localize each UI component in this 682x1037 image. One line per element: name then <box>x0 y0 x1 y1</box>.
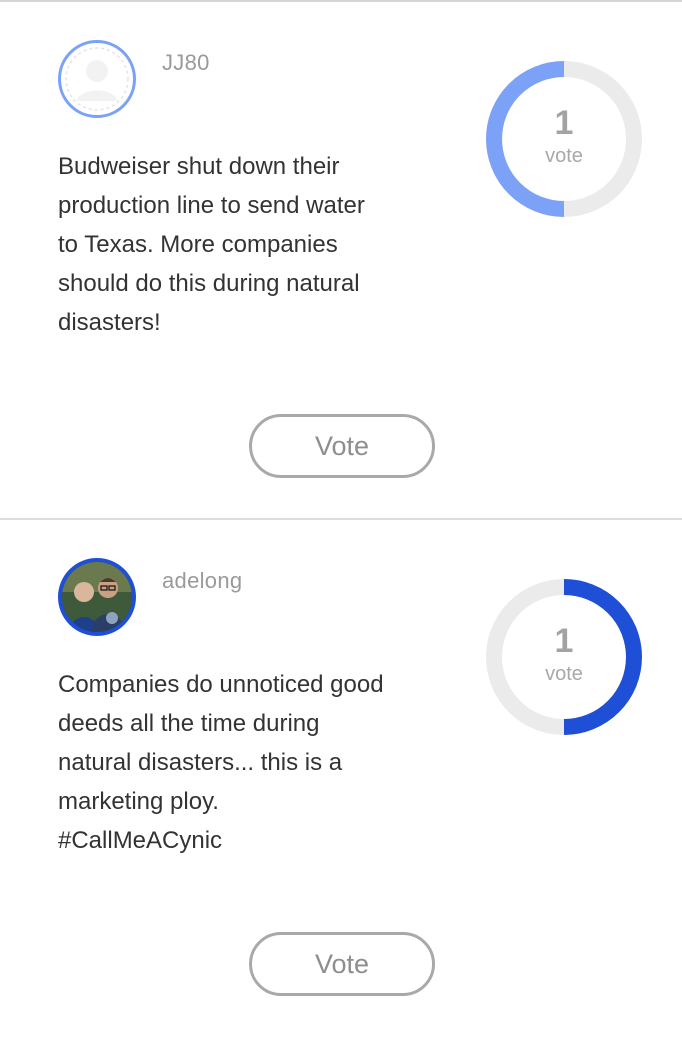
username[interactable]: JJ80 <box>162 50 210 76</box>
avatar[interactable] <box>58 40 136 118</box>
vote-button[interactable]: Vote <box>249 932 435 996</box>
user-placeholder-icon <box>65 47 129 111</box>
post-card: JJ80 Budweiser shut down their productio… <box>0 2 682 519</box>
vote-label: vote <box>545 145 583 167</box>
post-card: adelong Companies do unnoticed good deed… <box>0 518 682 1037</box>
username[interactable]: adelong <box>162 568 242 594</box>
vote-count: 1 <box>554 104 574 142</box>
vote-count: 1 <box>554 622 574 660</box>
vote-ring: 1 vote <box>484 577 644 737</box>
vote-label: vote <box>545 663 583 685</box>
vote-button[interactable]: Vote <box>249 414 435 478</box>
vote-ring: 1 vote <box>484 59 644 219</box>
avatar-photo <box>62 562 132 632</box>
avatar[interactable] <box>58 558 136 636</box>
post-text: Budweiser shut down their production lin… <box>58 153 365 336</box>
post-text: Companies do unnoticed good deeds all th… <box>58 671 384 854</box>
